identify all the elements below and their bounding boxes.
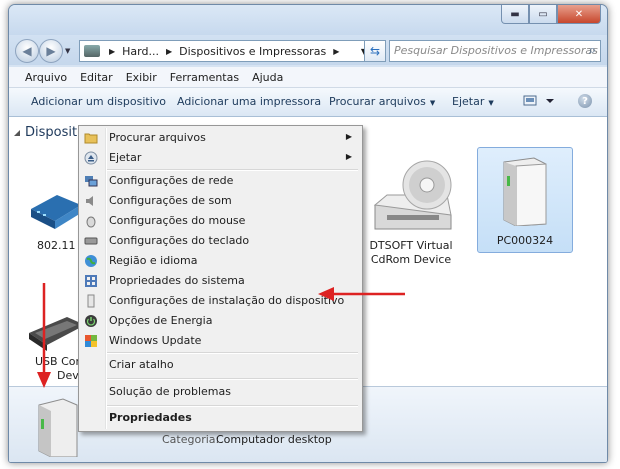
annotation-arrows [37,283,405,388]
red-arrow-horizontal [318,287,405,301]
red-arrow-vertical [37,283,51,388]
